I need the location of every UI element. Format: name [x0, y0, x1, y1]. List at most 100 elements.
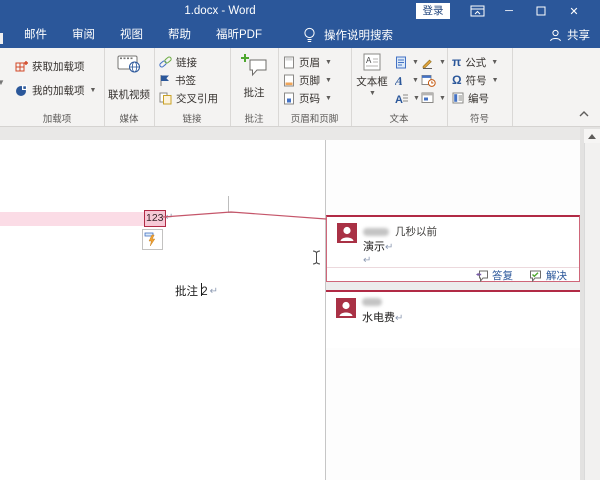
page-number-button[interactable]: 页码 ▼	[283, 89, 332, 107]
scroll-up-button[interactable]	[584, 129, 600, 143]
dropdown-arrow-icon: ▼	[491, 76, 499, 84]
group-label-media: 媒体	[119, 114, 139, 125]
title-bar: 1.docx - Word 登录 ─ ✕	[0, 0, 600, 22]
group-label-text: 文本	[389, 114, 409, 125]
comment-highlight-band	[0, 212, 144, 226]
sign-in-button[interactable]: 登录	[416, 3, 450, 19]
group-media: 联机视频 媒体	[104, 48, 155, 126]
header-button[interactable]: 页眉 ▼	[283, 53, 332, 71]
ribbon: ▼ 获取加载项 我的加载项 ▼ 加载项 联机视频 媒体 链接 书签 交叉引用 链…	[0, 48, 600, 127]
cross-reference-label: 交叉引用	[176, 92, 218, 105]
header-label: 页眉	[299, 56, 320, 69]
my-addins-icon	[16, 84, 27, 96]
paragraph-mark: ↵	[395, 313, 404, 324]
avatar	[336, 298, 356, 318]
tab-help[interactable]: 帮助	[162, 22, 197, 48]
comment-card[interactable]: 水电费↵	[326, 290, 580, 348]
dropdown-arrow-icon: ▼	[325, 58, 332, 66]
resolve-button[interactable]: 解决	[529, 268, 567, 283]
paragraph-mark: ↵	[363, 255, 372, 266]
paragraph-text[interactable]: 批注 2 ↵	[175, 283, 218, 299]
maximize-icon	[536, 6, 546, 16]
dropdown-arrow-icon: ▼	[325, 76, 332, 84]
group-label-comment: 批注	[244, 114, 264, 125]
header-icon	[284, 56, 294, 68]
ribbon-display-options-button[interactable]	[466, 0, 488, 22]
footer-label: 页脚	[299, 74, 320, 87]
signature-pen-icon	[422, 59, 432, 69]
svg-text:A: A	[366, 56, 372, 65]
signature-line-button[interactable]: ▼	[421, 53, 446, 71]
bookmark-button[interactable]: 书签	[159, 71, 196, 89]
share-label: 共享	[567, 30, 590, 42]
maximize-button[interactable]	[530, 0, 552, 22]
person-icon	[339, 301, 353, 316]
author-name-redacted	[362, 298, 382, 306]
get-addins-button[interactable]: 获取加载项	[15, 57, 85, 75]
quick-parts-button[interactable]: ▼	[395, 53, 419, 71]
get-addins-label: 获取加载项	[32, 60, 85, 73]
vertical-scrollbar[interactable]	[584, 129, 600, 480]
group-label-links: 链接	[182, 114, 202, 125]
comment-empty-line: ↵	[363, 254, 371, 266]
comment-text-content: 演示	[363, 241, 385, 253]
tab-foxit-pdf[interactable]: 福昕PDF	[210, 22, 268, 48]
group-text: A 文本框 ▼ ▼ ▼ A ▼ A ▼ ▼ 文本	[351, 48, 448, 126]
object-button[interactable]: ▼	[421, 89, 446, 107]
comments-pane: 几秒以前 演示↵ ↵ 答复 解决 水电费↵	[326, 140, 580, 480]
new-comment-button[interactable]: 批注	[232, 51, 276, 100]
drop-cap-icon: A	[395, 94, 408, 105]
text-box-button[interactable]: A 文本框 ▼	[353, 51, 391, 97]
comment-card-active[interactable]: 几秒以前 演示↵ ↵ 答复 解决	[326, 215, 580, 282]
margin-corner-mark	[228, 196, 229, 212]
number-button[interactable]: 编号	[452, 89, 489, 107]
ribbon-tab-bar: 邮件 审阅 视图 帮助 福昕PDF 操作说明搜索 共享	[0, 22, 600, 48]
collapse-ribbon-button[interactable]	[576, 108, 592, 120]
share-button[interactable]: 共享	[549, 22, 590, 48]
group-comment: 批注 批注	[230, 48, 279, 126]
tell-me-search[interactable]: 操作说明搜索	[303, 27, 393, 44]
online-video-button[interactable]: 联机视频	[106, 51, 152, 102]
date-time-button[interactable]	[421, 71, 436, 89]
comment-header	[362, 298, 382, 306]
symbol-button[interactable]: Ω 符号 ▼	[452, 71, 499, 89]
wordart-button[interactable]: A ▼	[395, 71, 419, 89]
comment-header: 几秒以前	[363, 224, 437, 239]
tell-me-label: 操作说明搜索	[324, 30, 393, 42]
autocorrect-options-button[interactable]	[142, 229, 163, 250]
share-person-icon	[550, 29, 561, 41]
minimize-icon: ─	[505, 5, 513, 17]
document-page[interactable]: 123 ↵ 批注 2 ↵	[0, 140, 325, 480]
group-header-footer: 页眉 ▼ 页脚 ▼ 页码 ▼ 页眉和页脚	[278, 48, 352, 126]
margin-corner-mark	[228, 212, 240, 213]
close-button[interactable]: ✕	[562, 0, 586, 22]
tab-mailings[interactable]: 邮件	[18, 22, 53, 48]
cross-reference-button[interactable]: 交叉引用	[159, 89, 218, 107]
minimize-button[interactable]: ─	[498, 0, 520, 22]
link-button[interactable]: 链接	[159, 53, 197, 71]
text-box-label: 文本框	[356, 76, 388, 88]
dropdown-arrow-icon: ▼	[439, 58, 446, 66]
quick-parts-icon	[396, 56, 406, 68]
dropdown-arrow-icon: ▼	[325, 94, 332, 102]
text-box-icon: A	[363, 53, 381, 71]
resolve-icon	[530, 270, 541, 282]
my-addins-button[interactable]: 我的加载项 ▼	[15, 81, 96, 99]
page-number-label: 页码	[299, 92, 320, 105]
reply-button[interactable]: 答复	[475, 268, 513, 283]
comment-text: 演示↵	[363, 238, 393, 254]
footer-button[interactable]: 页脚 ▼	[283, 71, 332, 89]
drop-cap-button[interactable]: A ▼	[395, 89, 420, 107]
tab-review[interactable]: 审阅	[66, 22, 101, 48]
number-icon	[452, 92, 464, 104]
new-comment-icon	[241, 54, 267, 77]
equation-button[interactable]: π 公式 ▼	[452, 53, 498, 71]
chevron-up-icon	[579, 111, 589, 117]
svg-text:A: A	[395, 74, 404, 87]
lightbulb-icon	[304, 27, 315, 42]
commented-text[interactable]: 123	[144, 210, 166, 227]
comment-actions: 答复 解决	[327, 267, 579, 283]
group-label-header-footer: 页眉和页脚	[290, 114, 339, 125]
tab-view[interactable]: 视图	[114, 22, 149, 48]
word-window: 1.docx - Word 登录 ─ ✕ 邮件 审阅 视图 帮助 福昕PDF 操…	[0, 0, 600, 480]
